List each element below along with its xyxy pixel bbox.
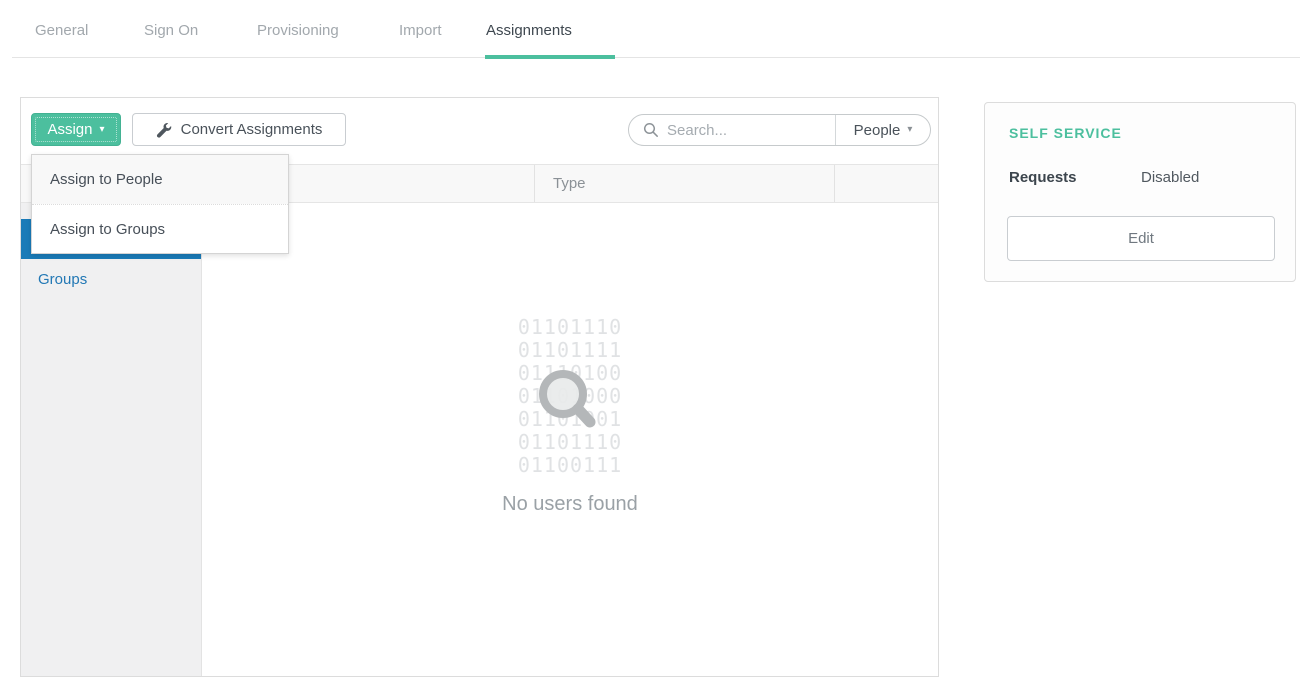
empty-state: 01101110 01101111 01110100 01101000 0110… (202, 203, 938, 676)
assign-button[interactable]: Assign ▾ (31, 113, 121, 146)
active-tab-underline (485, 55, 615, 59)
assign-dropdown-menu: Assign to People Assign to Groups (31, 154, 289, 254)
assignments-panel: Assign ▾ Convert Assignments People ▾ Ty… (20, 97, 939, 677)
convert-assignments-label: Convert Assignments (181, 121, 323, 138)
tab-assignments[interactable]: Assignments (486, 22, 572, 39)
requests-status-value: Disabled (1141, 169, 1199, 186)
edit-button[interactable]: Edit (1007, 216, 1275, 261)
tab-provisioning[interactable]: Provisioning (257, 22, 339, 39)
binary-line: 01101110 (202, 316, 938, 339)
search-input[interactable] (667, 122, 827, 139)
self-service-title: SELF SERVICE (1009, 125, 1122, 141)
tab-import[interactable]: Import (399, 22, 442, 39)
column-header-type-label: Type (553, 175, 586, 192)
convert-assignments-button[interactable]: Convert Assignments (132, 113, 346, 146)
empty-state-message: No users found (202, 493, 938, 516)
requests-label: Requests (1009, 169, 1077, 186)
magnifier-icon (533, 368, 603, 438)
column-header-type[interactable]: Type (534, 165, 834, 202)
filter-sidebar: People Groups (21, 203, 202, 676)
sidebar-item-groups-label: Groups (38, 271, 87, 288)
search-icon (643, 122, 659, 138)
menu-item-label: Assign to People (50, 171, 163, 188)
caret-down-icon: ▾ (907, 125, 912, 135)
sidebar-item-groups[interactable]: Groups (21, 259, 201, 299)
assign-button-label: Assign (47, 121, 92, 138)
tab-bar-divider (12, 57, 1300, 58)
tab-sign-on[interactable]: Sign On (144, 22, 198, 39)
column-header-actions (834, 165, 938, 202)
self-service-card: SELF SERVICE Requests Disabled Edit (984, 102, 1296, 282)
binary-line: 01101111 (202, 339, 938, 362)
menu-item-assign-to-groups[interactable]: Assign to Groups (32, 204, 288, 253)
binary-line: 01100111 (202, 454, 938, 477)
menu-item-assign-to-people[interactable]: Assign to People (32, 155, 288, 204)
search-scope-label: People (854, 122, 901, 139)
search-field-area[interactable] (629, 115, 835, 145)
caret-down-icon: ▾ (100, 125, 105, 135)
wrench-icon (156, 122, 172, 138)
search-bar: People ▾ (628, 114, 931, 146)
tab-general[interactable]: General (35, 22, 88, 39)
search-scope-dropdown[interactable]: People ▾ (835, 115, 930, 145)
menu-item-label: Assign to Groups (50, 221, 165, 238)
